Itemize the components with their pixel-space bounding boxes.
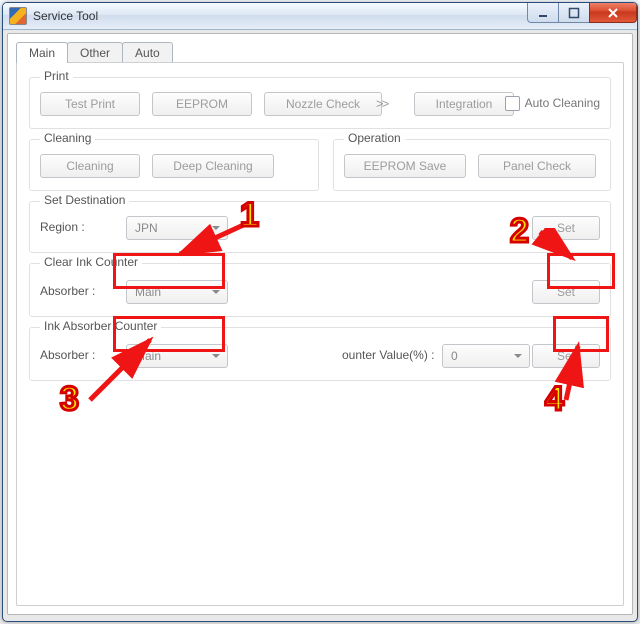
abs-absorber-label: Absorber : [40, 348, 95, 362]
group-operation: Operation EEPROM Save Panel Check [333, 139, 611, 191]
deep-cleaning-button[interactable]: Deep Cleaning [152, 154, 274, 178]
counter-value-label: ounter Value(%) : [342, 348, 435, 362]
test-print-button[interactable]: Test Print [40, 92, 140, 116]
clear-set-button[interactable]: Set [532, 280, 600, 304]
minimize-button[interactable] [527, 3, 559, 23]
maximize-button[interactable] [558, 3, 590, 23]
eeprom-save-button[interactable]: EEPROM Save [344, 154, 466, 178]
cleaning-button[interactable]: Cleaning [40, 154, 140, 178]
group-set-destination: Set Destination Region : JPN Set [29, 201, 611, 253]
abs-absorber-combo[interactable]: Main [126, 344, 228, 368]
panel-check-button[interactable]: Panel Check [478, 154, 596, 178]
window-title: Service Tool [33, 9, 98, 23]
group-operation-legend: Operation [344, 131, 405, 145]
group-ink-absorber-counter: Ink Absorber Counter Absorber : Main oun… [29, 327, 611, 381]
clear-absorber-combo[interactable]: Main [126, 280, 228, 304]
checkbox-icon [505, 96, 520, 111]
group-dest-legend: Set Destination [40, 193, 129, 207]
group-clear-ink-counter: Clear Ink Counter Absorber : Main Set [29, 263, 611, 317]
group-print: Print Test Print EEPROM Nozzle Check >> … [29, 77, 611, 129]
group-clear-legend: Clear Ink Counter [40, 255, 142, 269]
tabpanel-main: Print Test Print EEPROM Nozzle Check >> … [16, 62, 624, 606]
group-print-legend: Print [40, 69, 73, 83]
nozzle-check-button[interactable]: Nozzle Check [264, 92, 382, 116]
counter-value-combo[interactable]: 0 [442, 344, 530, 368]
app-icon [9, 7, 27, 25]
region-combo[interactable]: JPN [126, 216, 228, 240]
abs-set-button[interactable]: Set [532, 344, 600, 368]
window-frame: Service Tool Main Other Auto [2, 2, 638, 622]
tabstrip: Main Other Auto [16, 42, 172, 63]
dest-set-button[interactable]: Set [532, 216, 600, 240]
group-cleaning: Cleaning Cleaning Deep Cleaning [29, 139, 319, 191]
titlebar[interactable]: Service Tool [3, 3, 637, 30]
close-button[interactable] [589, 3, 637, 23]
chevron-right-icon: >> [376, 96, 387, 111]
tab-other[interactable]: Other [67, 42, 123, 63]
eeprom-button[interactable]: EEPROM [152, 92, 252, 116]
group-abs-legend: Ink Absorber Counter [40, 319, 161, 333]
auto-cleaning-checkbox[interactable]: Auto Cleaning [505, 96, 600, 111]
tab-auto[interactable]: Auto [122, 42, 173, 63]
client-area: Main Other Auto Print Test Print EEPROM … [7, 33, 633, 615]
integration-button[interactable]: Integration [414, 92, 514, 116]
tab-main[interactable]: Main [16, 42, 68, 63]
clear-absorber-label: Absorber : [40, 284, 95, 298]
group-cleaning-legend: Cleaning [40, 131, 95, 145]
region-label: Region : [40, 220, 85, 234]
